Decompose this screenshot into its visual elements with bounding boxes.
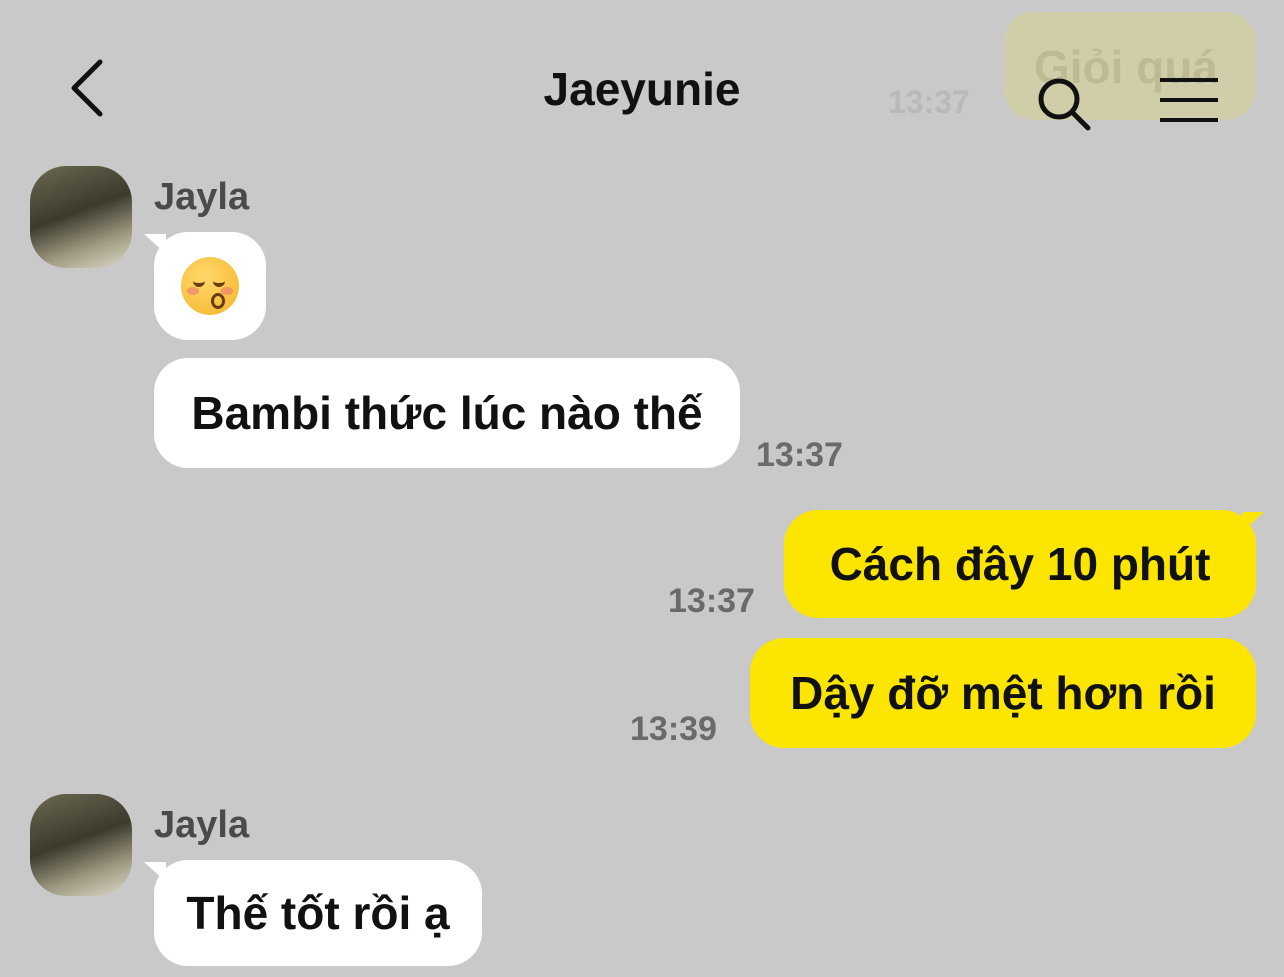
- sender-name: Jayla: [154, 804, 250, 846]
- hamburger-menu-icon: [1160, 78, 1218, 122]
- search-button[interactable]: [1034, 74, 1094, 134]
- bubble-tail: [1242, 512, 1264, 532]
- message-bubble[interactable]: Thế tốt rồi ạ: [154, 860, 482, 966]
- message-bubble[interactable]: Cách đây 10 phút: [784, 510, 1256, 618]
- menu-button[interactable]: [1156, 76, 1222, 124]
- message-bubble[interactable]: Bambi thức lúc nào thế: [154, 358, 740, 468]
- emoji-message-bubble[interactable]: [154, 232, 266, 340]
- message-time: 13:37: [756, 436, 843, 474]
- message-bubble[interactable]: Dậy đỡ mệt hơn rồi: [750, 638, 1256, 748]
- kissing-face-closed-eyes-emoji-icon: [181, 257, 239, 315]
- message-time: 13:39: [630, 710, 717, 748]
- avatar[interactable]: [30, 794, 132, 896]
- message-time: 13:37: [668, 582, 755, 620]
- search-icon: [1038, 78, 1091, 131]
- avatar[interactable]: [30, 166, 132, 268]
- sender-name: Jayla: [154, 176, 250, 218]
